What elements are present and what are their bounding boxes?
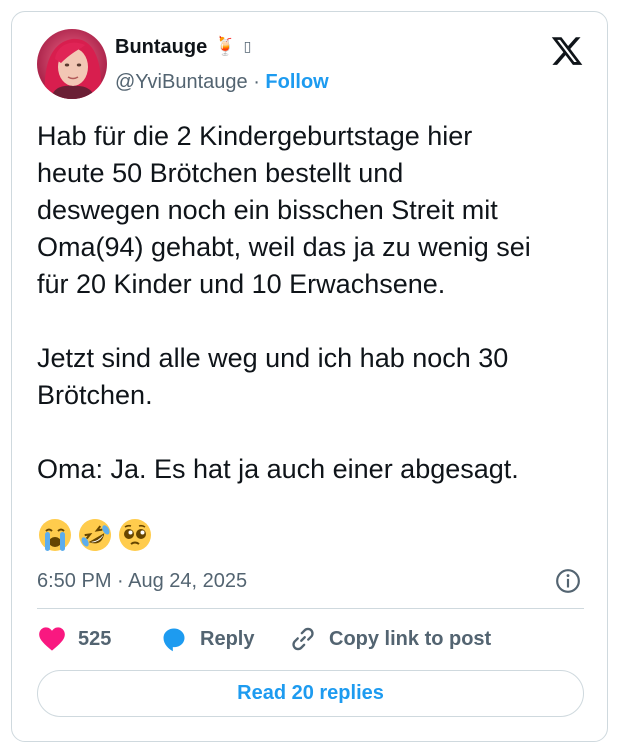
like-button[interactable]: 525 [38, 625, 111, 653]
tropical-drink-emoji-icon: 🍹 [214, 36, 237, 57]
tweet-timestamp[interactable]: 6:50 PM · Aug 24, 2025 [37, 568, 247, 594]
author-name-row: Buntauge 🍹 ▯ [115, 34, 251, 60]
pleading-face-icon [119, 519, 151, 551]
unrendered-glyph: ▯ [243, 39, 252, 55]
x-logo-icon[interactable] [550, 34, 584, 68]
author-handle[interactable]: @YviBuntauge [115, 71, 248, 93]
tweet-text: Hab für die 2 Kindergeburtstage hier heu… [37, 121, 531, 484]
copy-link-button[interactable]: Copy link to post [289, 625, 491, 653]
copy-link-label: Copy link to post [329, 628, 492, 650]
loudly-crying-face-icon [39, 519, 71, 551]
tweet-card: Buntauge 🍹 ▯ @YviBuntauge · Follow Hab f… [11, 11, 608, 742]
divider [37, 608, 584, 609]
author-display-name[interactable]: Buntauge [115, 34, 207, 60]
reply-button[interactable]: Reply [160, 625, 254, 653]
read-replies-button[interactable]: Read 20 replies [37, 670, 584, 717]
like-count: 525 [78, 628, 112, 650]
emoji-row [37, 517, 153, 553]
follow-button[interactable]: Follow [265, 71, 328, 93]
reply-label: Reply [200, 628, 255, 650]
link-icon [292, 627, 314, 651]
avatar[interactable] [37, 29, 107, 99]
heart-icon [39, 627, 65, 651]
rolling-on-the-floor-laughing-icon [79, 519, 111, 551]
author-handle-row: @YviBuntauge · Follow [115, 69, 329, 95]
handle-separator: · [253, 71, 260, 93]
reply-bubble-icon [163, 628, 185, 652]
info-icon[interactable] [555, 568, 581, 594]
